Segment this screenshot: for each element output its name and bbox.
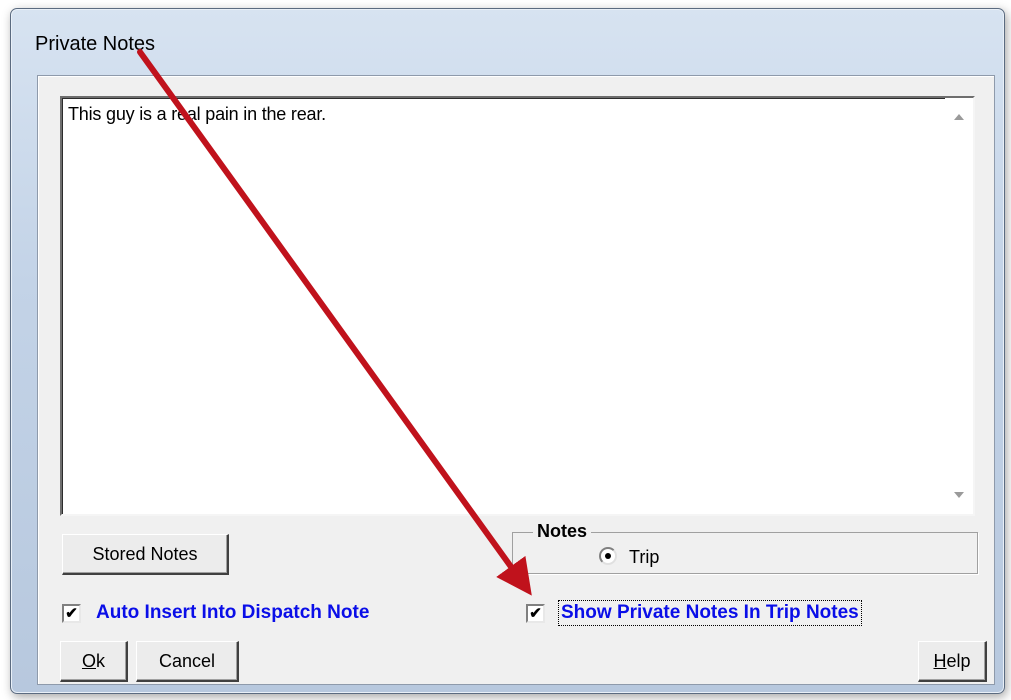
ok-button[interactable]: Ok bbox=[60, 641, 128, 682]
window-title: Private Notes bbox=[35, 33, 156, 55]
auto-insert-checkbox[interactable]: ✔ bbox=[62, 604, 81, 623]
ok-label-rest: k bbox=[96, 650, 105, 671]
help-label-rest: elp bbox=[946, 650, 971, 671]
notes-groupbox: Notes Trip bbox=[512, 521, 978, 574]
scroll-up-arrow-icon[interactable] bbox=[954, 114, 964, 120]
scroll-down-arrow-icon[interactable] bbox=[954, 492, 964, 498]
show-private-notes-checkbox[interactable]: ✔ bbox=[526, 604, 545, 623]
trip-radio[interactable] bbox=[599, 547, 617, 565]
trip-radio-label[interactable]: Trip bbox=[629, 547, 659, 568]
notes-group-legend: Notes bbox=[533, 521, 592, 542]
radio-selected-dot bbox=[605, 553, 611, 559]
stored-notes-button[interactable]: Stored Notes bbox=[62, 534, 229, 575]
help-button[interactable]: Help bbox=[918, 641, 987, 682]
notes-textarea[interactable]: This guy is a real pain in the rear. bbox=[60, 96, 975, 516]
private-notes-dialog: Private Notes This guy is a real pain in… bbox=[10, 8, 1005, 694]
help-accelerator: H bbox=[933, 650, 947, 671]
cancel-button[interactable]: Cancel bbox=[136, 641, 239, 682]
dialog-client-area: This guy is a real pain in the rear. Sto… bbox=[37, 75, 995, 685]
notes-text[interactable]: This guy is a real pain in the rear. bbox=[68, 104, 326, 125]
auto-insert-label[interactable]: Auto Insert Into Dispatch Note bbox=[96, 602, 369, 624]
ok-accelerator: O bbox=[81, 650, 96, 671]
vertical-scrollbar[interactable] bbox=[945, 98, 973, 514]
title-bar[interactable]: Private Notes bbox=[11, 9, 1004, 71]
show-private-notes-label[interactable]: Show Private Notes In Trip Notes bbox=[558, 600, 862, 626]
